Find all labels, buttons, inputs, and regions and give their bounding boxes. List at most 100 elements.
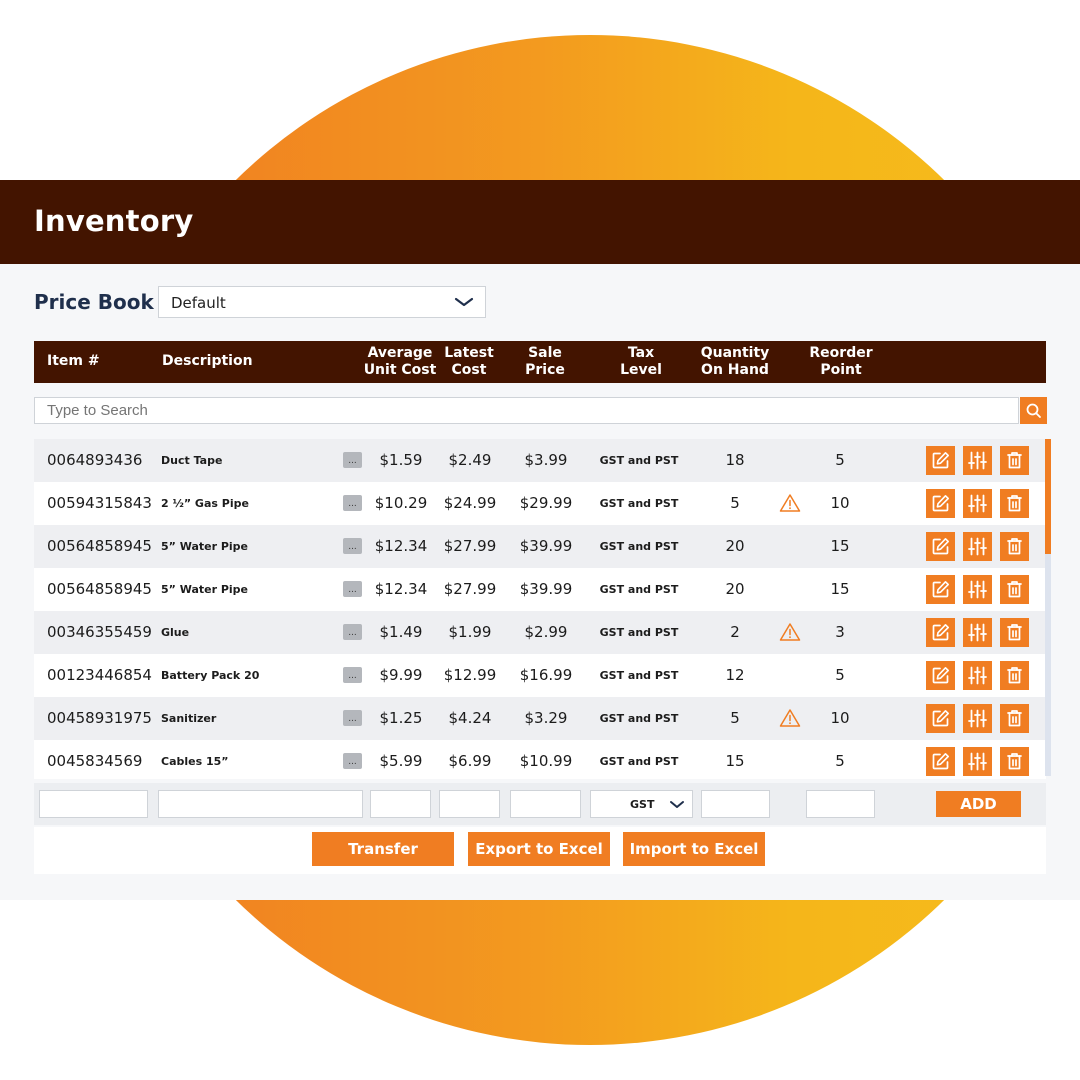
delete-button[interactable] xyxy=(1000,532,1029,561)
latest-cost: $12.99 xyxy=(443,666,497,684)
scrollbar-thumb[interactable] xyxy=(1045,439,1051,554)
table-row[interactable]: 0064893436 Duct Tape... $1.59 $2.49 $3.99 GST… xyxy=(34,439,1046,482)
adjust-button[interactable] xyxy=(963,661,992,690)
adjust-button[interactable] xyxy=(963,532,992,561)
table-row[interactable]: 00564858945 5” Water Pipe... $12.34 $27.99 $… xyxy=(34,525,1046,568)
page-title: Inventory xyxy=(34,204,194,238)
export-excel-button[interactable]: Export to Excel xyxy=(468,832,610,866)
item-number: 0045834569 xyxy=(47,752,143,770)
adjust-button[interactable] xyxy=(963,618,992,647)
search-button[interactable] xyxy=(1020,397,1047,424)
edit-button[interactable] xyxy=(926,575,955,604)
new-avg-cost-input[interactable] xyxy=(370,790,431,818)
more-details-button[interactable]: ... xyxy=(343,753,362,769)
quantity-on-hand: 18 xyxy=(725,451,745,469)
edit-button[interactable] xyxy=(926,489,955,518)
new-tax-level-select[interactable]: GST xyxy=(590,790,693,818)
quantity-on-hand: 5 xyxy=(730,709,740,727)
col-sale-price-line2: Price xyxy=(525,362,565,378)
edit-button[interactable] xyxy=(926,446,955,475)
table-row[interactable]: 00564858945 5” Water Pipe... $12.34 $27.99 $… xyxy=(34,568,1046,611)
warning-icon xyxy=(779,622,801,646)
item-number: 0064893436 xyxy=(47,451,143,469)
latest-cost: $2.49 xyxy=(448,451,492,469)
col-quantity-line2: On Hand xyxy=(701,362,769,378)
table-row[interactable]: 00458931975 Sanitizer... $1.25 $4.24 $3.29 GS… xyxy=(34,697,1046,740)
table-row[interactable]: 00594315843 2 ½” Gas Pipe... $10.29 $24.99 $… xyxy=(34,482,1046,525)
more-details-button[interactable]: ... xyxy=(343,624,362,640)
import-excel-button[interactable]: Import to Excel xyxy=(623,832,765,866)
more-details-button[interactable]: ... xyxy=(343,538,362,554)
more-details-button[interactable]: ... xyxy=(343,581,362,597)
col-description: Description xyxy=(162,353,253,369)
search-input[interactable] xyxy=(34,397,1019,424)
latest-cost: $4.24 xyxy=(448,709,492,727)
reorder-point: 5 xyxy=(835,752,845,770)
adjust-button[interactable] xyxy=(963,704,992,733)
col-reorder-line1: Reorder xyxy=(809,345,873,361)
more-details-button[interactable]: ... xyxy=(343,495,362,511)
tax-level: GST and PST xyxy=(599,712,679,725)
item-number: 00594315843 xyxy=(47,494,152,512)
adjust-button[interactable] xyxy=(963,747,992,776)
reorder-point: 5 xyxy=(835,451,845,469)
col-quantity: Quantity On Hand xyxy=(690,345,780,379)
table-header: Item # Description Average Unit Cost Lat… xyxy=(34,341,1046,383)
price-book-select[interactable]: Default xyxy=(158,286,486,318)
transfer-button[interactable]: Transfer xyxy=(312,832,454,866)
item-description: 2 ½” Gas Pipe xyxy=(161,497,249,510)
avg-cost: $1.25 xyxy=(379,709,423,727)
delete-button[interactable] xyxy=(1000,575,1029,604)
sale-price: $3.99 xyxy=(524,451,568,469)
new-sale-price-input[interactable] xyxy=(510,790,581,818)
latest-cost: $27.99 xyxy=(443,537,497,555)
scrollbar[interactable] xyxy=(1045,439,1051,776)
item-description: Sanitizer xyxy=(161,712,217,725)
col-sale-price: Sale Price xyxy=(510,345,580,379)
quantity-on-hand: 15 xyxy=(725,752,745,770)
adjust-button[interactable] xyxy=(963,575,992,604)
delete-button[interactable] xyxy=(1000,618,1029,647)
warning-icon xyxy=(779,493,801,517)
tax-level: GST and PST xyxy=(599,669,679,682)
quantity-on-hand: 20 xyxy=(725,580,745,598)
avg-cost: $5.99 xyxy=(379,752,423,770)
edit-button[interactable] xyxy=(926,661,955,690)
reorder-point: 15 xyxy=(830,537,850,555)
latest-cost: $6.99 xyxy=(448,752,492,770)
col-tax-level-line1: Tax xyxy=(627,345,655,361)
more-details-button[interactable]: ... xyxy=(343,452,362,468)
more-details-button[interactable]: ... xyxy=(343,710,362,726)
new-item-number-input[interactable] xyxy=(39,790,148,818)
delete-button[interactable] xyxy=(1000,747,1029,776)
tax-level: GST and PST xyxy=(599,755,679,768)
new-latest-cost-input[interactable] xyxy=(439,790,500,818)
new-reorder-input[interactable] xyxy=(806,790,875,818)
avg-cost: $10.29 xyxy=(374,494,428,512)
new-tax-level-value: GST xyxy=(630,798,655,811)
adjust-button[interactable] xyxy=(963,489,992,518)
reorder-point: 10 xyxy=(830,494,850,512)
edit-button[interactable] xyxy=(926,618,955,647)
add-button[interactable]: ADD xyxy=(936,791,1021,817)
delete-button[interactable] xyxy=(1000,704,1029,733)
table-row[interactable]: 0045834569 Cables 15”... $5.99 $6.99 $10.99 G… xyxy=(34,740,1046,779)
edit-button[interactable] xyxy=(926,747,955,776)
new-description-input[interactable] xyxy=(158,790,363,818)
col-avg-cost-line2: Unit Cost xyxy=(363,362,437,378)
reorder-point: 3 xyxy=(835,623,845,641)
table-row[interactable]: 00123446854 Battery Pack 20... $9.99 $12.99… xyxy=(34,654,1046,697)
col-sale-price-line1: Sale xyxy=(528,345,562,361)
add-item-row: GST ADD xyxy=(34,783,1046,825)
more-details-button[interactable]: ... xyxy=(343,667,362,683)
delete-button[interactable] xyxy=(1000,661,1029,690)
delete-button[interactable] xyxy=(1000,489,1029,518)
delete-button[interactable] xyxy=(1000,446,1029,475)
edit-button[interactable] xyxy=(926,704,955,733)
avg-cost: $12.34 xyxy=(374,537,428,555)
new-quantity-input[interactable] xyxy=(701,790,770,818)
adjust-button[interactable] xyxy=(963,446,992,475)
table-row[interactable]: 00346355459 Glue... $1.49 $1.99 $2.99 GST and… xyxy=(34,611,1046,654)
edit-button[interactable] xyxy=(926,532,955,561)
search-icon xyxy=(1026,403,1041,418)
